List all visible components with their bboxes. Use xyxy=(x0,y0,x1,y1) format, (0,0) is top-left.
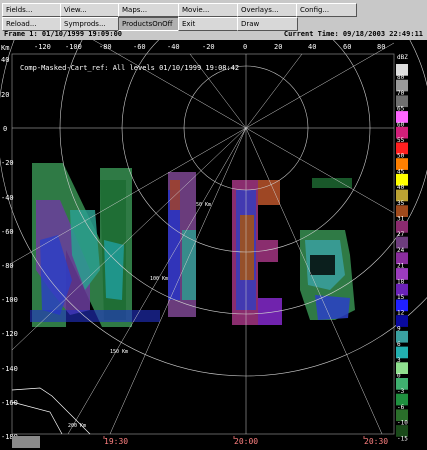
time-slider-handle[interactable] xyxy=(12,436,40,448)
radar-canvas[interactable]: 50 Km 100 Km 150 Km 200 Km Comp-Masked-C… xyxy=(0,40,427,450)
current-time-label: Current Time: 09/18/2003 22:49:11 xyxy=(283,30,423,38)
exit-button[interactable]: Exit xyxy=(178,17,239,31)
x-tick: -20 xyxy=(202,43,215,51)
x-tick: 80 xyxy=(377,43,385,51)
y-tick: 20 xyxy=(1,91,9,99)
y-axis-ticks: 40 20 0 -20 -40 -60 -80 -100 -120 -140 -… xyxy=(1,56,18,441)
y-tick: -40 xyxy=(1,194,14,202)
movie-button[interactable]: Movie... xyxy=(178,3,239,17)
field-title: Comp-Masked-Cart_ref: All levels 01/10/1… xyxy=(20,64,239,72)
x-tick: 20 xyxy=(274,43,282,51)
draw-button[interactable]: Draw xyxy=(237,17,298,31)
x-tick: -120 xyxy=(34,43,51,51)
x-tick: -40 xyxy=(167,43,180,51)
fields-button[interactable]: Fields... xyxy=(2,3,63,17)
time-tick: 20:30 xyxy=(364,437,388,446)
x-tick: -100 xyxy=(65,43,82,51)
y-tick: 0 xyxy=(3,125,7,133)
y-tick: -120 xyxy=(1,330,18,338)
y-tick: -100 xyxy=(1,296,18,304)
dbz-color-legend: dBZ 807065605550454035312724211815129630… xyxy=(396,54,408,442)
x-axis-ticks: -120 -100 -80 -60 -40 -20 0 20 40 60 80 xyxy=(34,43,385,51)
y-tick: -160 xyxy=(1,399,18,407)
y-tick: -140 xyxy=(1,365,18,373)
y-tick: 40 xyxy=(1,56,9,64)
ring-label-150: 150 Km xyxy=(110,349,128,355)
view-button[interactable]: View... xyxy=(60,3,121,17)
x-tick: 0 xyxy=(243,43,247,51)
x-tick: 40 xyxy=(308,43,316,51)
legend-label: -15 xyxy=(397,435,408,442)
ring-label-200: 200 Km xyxy=(68,423,86,429)
ring-label-100: 100 Km xyxy=(150,276,168,282)
x-tick: 60 xyxy=(343,43,351,51)
reflectivity-echoes xyxy=(30,163,355,327)
maps-button[interactable]: Maps... xyxy=(118,3,179,17)
frame-label: Frame 1: 01/10/1999 19:09:00 xyxy=(4,30,123,38)
ring-label-50: 50 Km xyxy=(196,202,211,208)
time-axis: 19:30 20:00 20:30 xyxy=(12,436,388,448)
y-tick: -80 xyxy=(1,262,14,270)
x-tick: -60 xyxy=(133,43,146,51)
overlays-button[interactable]: Overlays... xyxy=(237,3,298,17)
x-tick: -80 xyxy=(99,43,112,51)
time-tick: 19:30 xyxy=(104,437,128,446)
y-tick: -20 xyxy=(1,159,14,167)
reload-button[interactable]: Reload... xyxy=(2,17,63,31)
control-toolbar: Fields... View... Maps... Movie... Overl… xyxy=(0,0,427,41)
config-button[interactable]: Config... xyxy=(296,3,357,17)
radar-display[interactable]: 50 Km 100 Km 150 Km 200 Km Comp-Masked-C… xyxy=(0,40,427,450)
legend-unit: dBZ xyxy=(397,54,408,61)
x-axis-unit: Km xyxy=(1,44,9,52)
y-tick: -60 xyxy=(1,228,14,236)
products-on-off-button[interactable]: ProductsOnOff xyxy=(118,17,179,31)
symprods-button[interactable]: Symprods... xyxy=(60,17,121,31)
time-tick: 20:00 xyxy=(234,437,258,446)
